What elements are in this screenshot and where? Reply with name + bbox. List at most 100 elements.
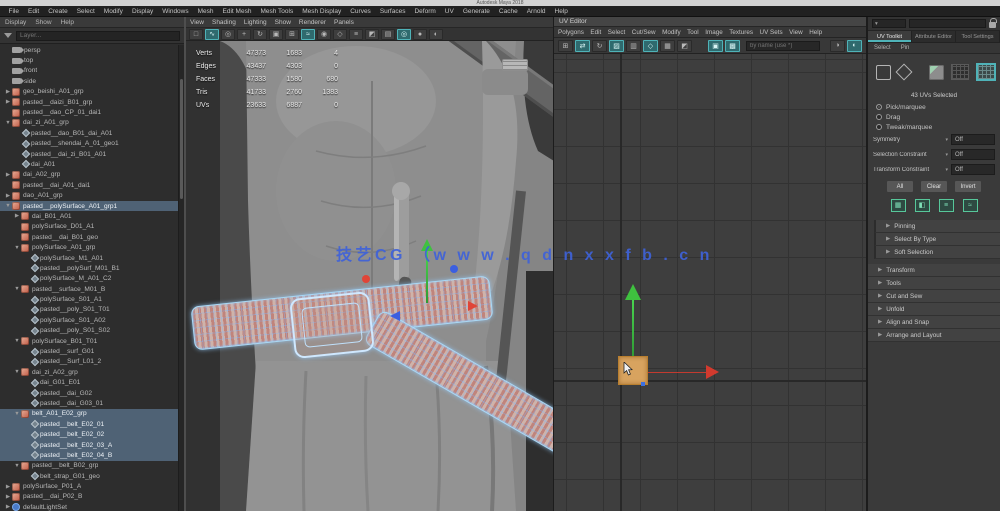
menu-item[interactable]: Mesh	[193, 8, 218, 15]
manipulator-z-arrowhead[interactable]	[390, 311, 400, 321]
outliner-row[interactable]: dai_G01_E01	[0, 378, 184, 388]
section-header[interactable]: ▶ Cut and Sew	[868, 290, 1000, 303]
expand-arrow-icon[interactable]: ▼	[4, 203, 12, 209]
outliner-row[interactable]: pasted__dai_A01_dai1	[0, 180, 184, 190]
outliner-row[interactable]: ▼ dai_zi_A01_grp	[0, 118, 184, 128]
outliner-row[interactable]: ▶ dao_A01_grp	[0, 190, 184, 200]
uv-editor-titlebar[interactable]: UV Editor	[554, 17, 866, 27]
uv-menu-item[interactable]: Modify	[662, 29, 681, 36]
expand-arrow-icon[interactable]: ▼	[13, 369, 21, 375]
outliner-row[interactable]: pasted__dai_B01_geo	[0, 232, 184, 242]
toolkit-subtab[interactable]: Select	[874, 45, 891, 51]
unfold-uv-icon[interactable]: ◇	[643, 40, 658, 52]
expand-arrow-icon[interactable]: ▶	[4, 99, 12, 105]
uv-menu-item[interactable]: Edit	[590, 29, 601, 36]
gamma-icon[interactable]: ◐	[847, 40, 862, 52]
menu-item[interactable]: Display	[127, 8, 157, 15]
uv-menu-item[interactable]: Textures	[729, 29, 753, 36]
uv-shell-mode-icon[interactable]	[976, 63, 996, 81]
toolkit-field[interactable]	[909, 19, 986, 28]
expand-arrow-icon[interactable]: ▶	[4, 89, 12, 95]
menu-item[interactable]: Deform	[410, 8, 440, 15]
outliner-row[interactable]: pasted__Surf_L01_2	[0, 357, 184, 367]
uv-menu-item[interactable]: Cut/Sew	[632, 29, 656, 36]
isolate-uv-icon[interactable]: ◩	[677, 40, 692, 52]
radio-option[interactable]: Drag	[868, 112, 1000, 122]
outliner-row[interactable]: pasted__poly_S01_T01	[0, 305, 184, 315]
uv-manip-y-axis[interactable]	[632, 300, 634, 358]
viewport-menu-item[interactable]: Lighting	[244, 19, 267, 26]
toolkit-tab[interactable]: Attribute Editor	[912, 31, 956, 42]
rotate-uv-icon[interactable]: ↻	[592, 40, 607, 52]
uv-menu-item[interactable]: UV Sets	[760, 29, 783, 36]
expand-arrow-icon[interactable]: ▶	[4, 494, 12, 500]
dropdown-value[interactable]: Off	[951, 134, 995, 145]
outliner-row[interactable]: pasted__belt_E02_01	[0, 419, 184, 429]
outliner-menu-item[interactable]: Show	[35, 19, 51, 26]
lock-icon[interactable]	[989, 22, 996, 28]
outliner-row[interactable]: top	[0, 55, 184, 65]
expand-arrow-icon[interactable]: ▶	[13, 213, 21, 219]
rotate-tool-icon[interactable]: ↻	[253, 29, 267, 40]
outliner-row[interactable]: pasted__poly_S01_S02	[0, 326, 184, 336]
menu-item[interactable]: Help	[550, 8, 572, 15]
outliner-row[interactable]: ▶ pasted__dai_P02_B	[0, 492, 184, 502]
expand-arrow-icon[interactable]: ▼	[4, 120, 12, 126]
uv-menu-item[interactable]: Polygons	[558, 29, 584, 36]
snap-grid-icon[interactable]: ⊞	[285, 29, 299, 40]
expand-arrow-icon[interactable]: ▶	[4, 172, 12, 178]
uv-manip-x-arrowhead[interactable]	[706, 365, 719, 379]
outliner-row[interactable]: polySurface_S01_A02	[0, 315, 184, 325]
chevron-down-icon[interactable]: ▾	[945, 167, 948, 173]
uv-grid-icon[interactable]: ⊞	[558, 40, 573, 52]
snap-plane-icon[interactable]: ◇	[333, 29, 347, 40]
menu-item[interactable]: Mesh Display	[298, 8, 346, 15]
outliner-search-input[interactable]	[16, 31, 180, 41]
outliner-row[interactable]: pasted__belt_E02_03_A	[0, 440, 184, 450]
uv-menu-item[interactable]: Tool	[687, 29, 699, 36]
toolkit-tab[interactable]: Tool Settings	[956, 31, 1000, 42]
toolkit-subtab[interactable]: Pin	[901, 45, 910, 51]
radio-option[interactable]: Tweak/marquee	[868, 122, 1000, 132]
section-header[interactable]: ▶ Select By Type	[874, 233, 1000, 246]
outliner-row[interactable]: ▼ polySurface_A01_grp	[0, 242, 184, 252]
selection-button[interactable]: All	[886, 180, 914, 193]
select-tool-icon[interactable]: □	[189, 29, 203, 40]
manipulator-blue-handle[interactable]	[450, 265, 458, 273]
outliner-row[interactable]: ▼ polySurface_B01_T01	[0, 336, 184, 346]
expand-arrow-icon[interactable]: ▼	[13, 338, 21, 344]
toolkit-tab[interactable]: UV Toolkit	[868, 31, 912, 42]
outliner-row[interactable]: dai_A01	[0, 159, 184, 169]
outliner-row[interactable]: ▼ dai_zi_A02_grp	[0, 367, 184, 377]
menu-item[interactable]: Modify	[99, 8, 127, 15]
expand-arrow-icon[interactable]: ▶	[4, 193, 12, 199]
outliner-row[interactable]: ▶ geo_beishi_A01_grp	[0, 87, 184, 97]
section-header[interactable]: ▶ Transform	[868, 264, 1000, 277]
menu-item[interactable]: Edit Mesh	[218, 8, 256, 15]
outliner-row[interactable]: ▶ dai_A02_grp	[0, 170, 184, 180]
outliner-row[interactable]: front	[0, 66, 184, 76]
section-header[interactable]: ▶ Align and Snap	[868, 316, 1000, 329]
outliner-row[interactable]: pasted__shendai_A_01_geo1	[0, 139, 184, 149]
face-mode-icon[interactable]	[929, 65, 944, 80]
grab-uv-tool-icon[interactable]: ▦	[891, 199, 906, 212]
paint-select-icon[interactable]: ◎	[221, 29, 235, 40]
checker-display-icon[interactable]: ▩	[725, 40, 740, 52]
pinch-uv-tool-icon[interactable]: ◧	[915, 199, 930, 212]
uv-search-input[interactable]	[746, 41, 820, 51]
dropdown-value[interactable]: Off	[951, 149, 995, 160]
sew-uv-icon[interactable]: ▥	[626, 40, 641, 52]
flip-uv-icon[interactable]: ⇄	[575, 40, 590, 52]
outliner-row[interactable]: pasted__surf_G01	[0, 346, 184, 356]
outliner-row[interactable]: ▼ pasted__belt_B02_grp	[0, 461, 184, 471]
uv-mode-icon[interactable]	[951, 64, 969, 80]
isolate-select-icon[interactable]: ◩	[365, 29, 379, 40]
outliner-row[interactable]: side	[0, 76, 184, 86]
manipulator-y-axis[interactable]	[426, 251, 428, 303]
symmetry-icon[interactable]: ≡	[349, 29, 363, 40]
menu-item[interactable]: Edit	[23, 8, 43, 15]
viewport-menu-item[interactable]: Renderer	[299, 19, 326, 26]
toolkit-combo[interactable]: ▾	[872, 19, 906, 28]
section-header[interactable]: ▶ Pinning	[874, 220, 1000, 233]
viewport-3d[interactable]: Verts 47373 1683 4 Edges 43437 4303 0 Fa…	[186, 41, 553, 511]
